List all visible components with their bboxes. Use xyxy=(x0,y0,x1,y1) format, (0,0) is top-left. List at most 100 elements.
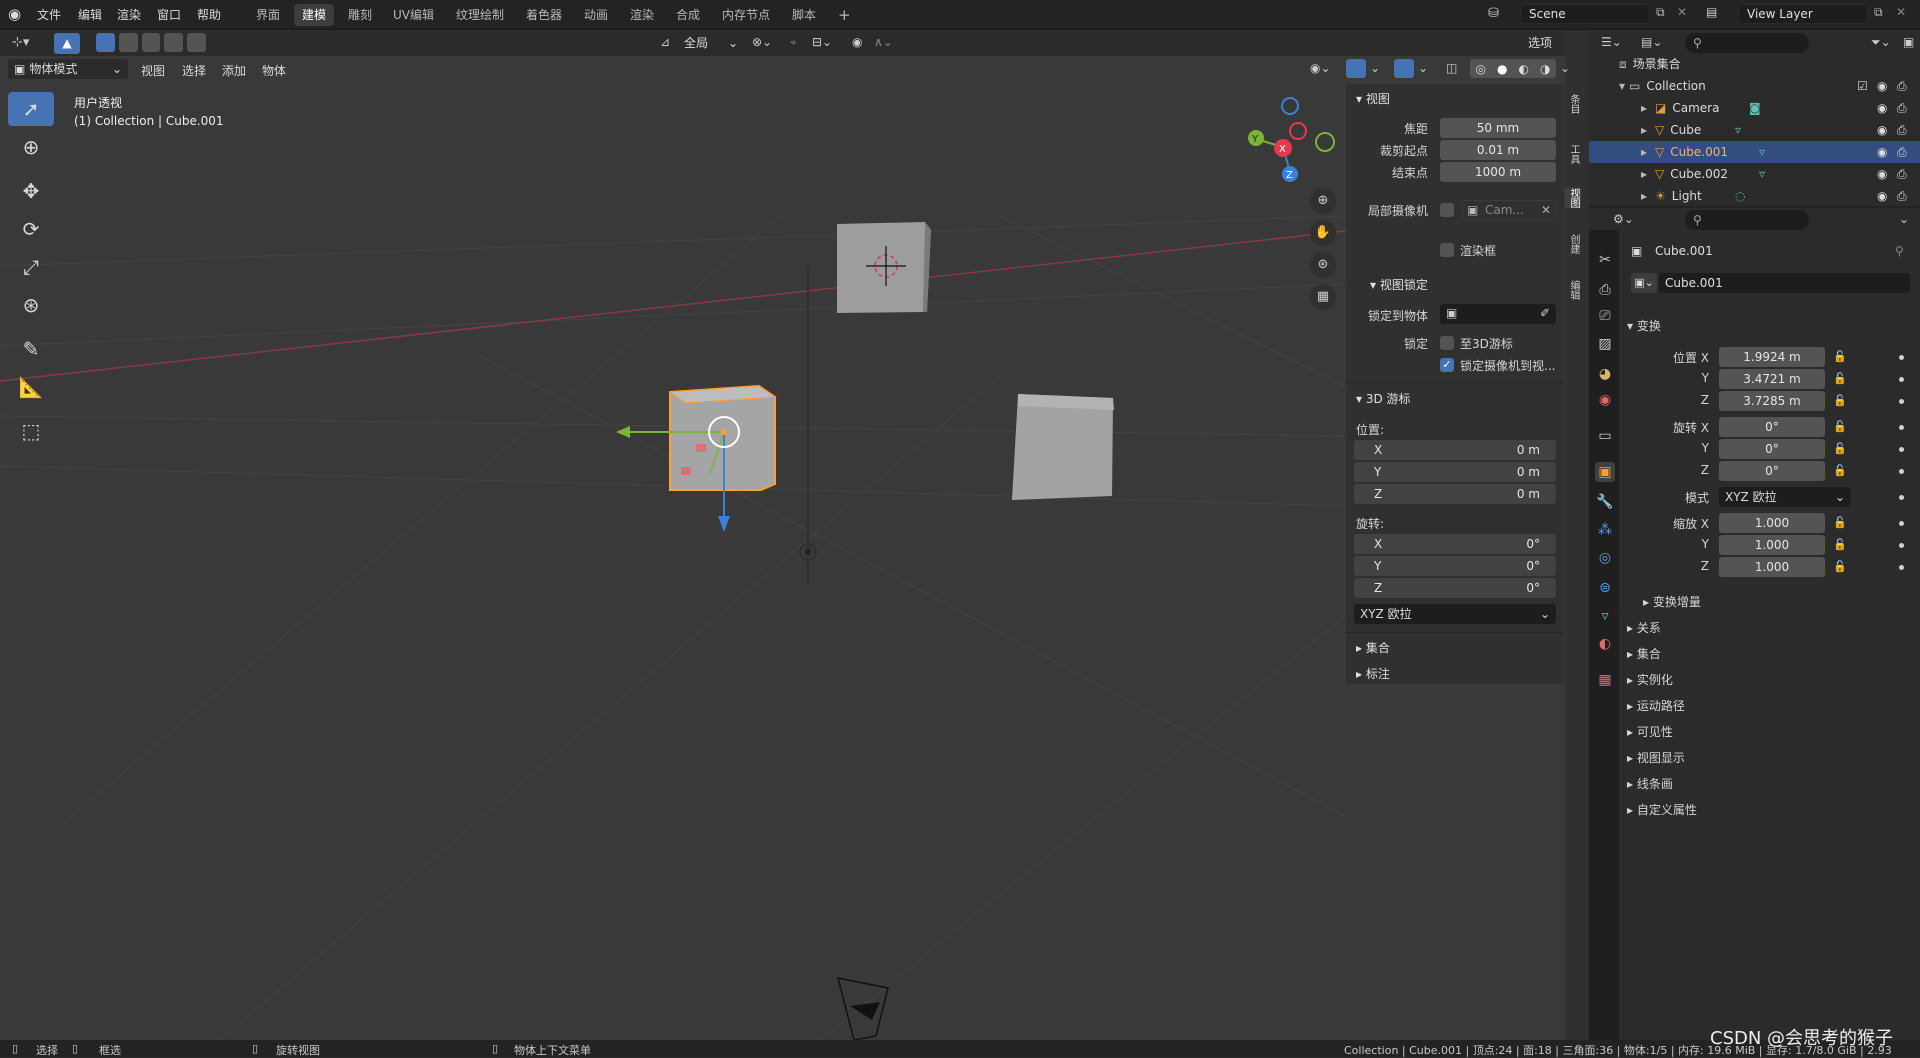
select-subtract-icon[interactable] xyxy=(141,33,161,52)
location-x-field[interactable]: 1.9924 m xyxy=(1719,347,1825,367)
gizmo-dropdown-icon[interactable]: ⌄ xyxy=(1370,61,1380,75)
texture-tab-icon[interactable]: ▦ xyxy=(1595,670,1615,690)
measure-tool-icon[interactable]: 📐 xyxy=(8,370,54,404)
menu-view[interactable]: 视图 xyxy=(141,62,165,79)
eye-icon[interactable]: ◉ xyxy=(1877,97,1887,119)
camera-render-icon[interactable]: ⎙ xyxy=(1897,75,1907,97)
camera-object[interactable] xyxy=(836,977,889,1040)
scale-z-field[interactable]: 1.000 xyxy=(1719,557,1825,577)
particles-tab-icon[interactable]: ⁂ xyxy=(1595,520,1615,540)
visibility-icon[interactable]: ◉⌄ xyxy=(1310,61,1331,75)
custom-properties-section[interactable]: ▸ 自定义属性 xyxy=(1627,801,1697,818)
location-z-field[interactable]: 3.7285 m xyxy=(1719,391,1825,411)
rotation-x-field[interactable]: 0° xyxy=(1719,417,1825,437)
lock-icon[interactable]: 🔓 xyxy=(1833,372,1847,385)
lock-to-object-field[interactable]: ▣ ✐ xyxy=(1440,304,1556,324)
tab-tool[interactable]: 工具 xyxy=(1565,144,1581,164)
select-extend-icon[interactable] xyxy=(118,33,138,52)
tab-animation[interactable]: 动画 xyxy=(576,4,616,26)
scale-tool-icon[interactable]: ⤢ xyxy=(8,250,54,284)
close-icon[interactable]: ✕ xyxy=(1677,5,1687,19)
clear-icon[interactable]: ✕ xyxy=(1541,201,1551,219)
tab-compositing[interactable]: 合成 xyxy=(668,4,708,26)
expand-arrow-icon[interactable]: ▸ xyxy=(1641,101,1647,115)
tab-create[interactable]: 创建 xyxy=(1565,234,1581,254)
snap-target-icon[interactable]: ⊟⌄ xyxy=(812,35,832,49)
cube-001-selected[interactable] xyxy=(616,384,777,532)
transform-orientation-dropdown[interactable]: 全局 ⌄ xyxy=(680,34,742,53)
close-icon[interactable]: ✕ xyxy=(1896,5,1906,19)
pan-hand-icon[interactable]: ✋ xyxy=(1310,220,1336,246)
outliner-item-cube-002[interactable]: ▸ ▽ Cube.002 ▿ ◉ ⎙ xyxy=(1589,163,1920,185)
add-workspace-button[interactable]: + xyxy=(830,4,859,26)
expand-arrow-icon[interactable]: ▸ xyxy=(1641,123,1647,137)
viewport-display-section[interactable]: ▸ 视图显示 xyxy=(1627,749,1685,766)
rotation-mode-dropdown[interactable]: XYZ 欧拉 ⌄ xyxy=(1719,487,1851,507)
outliner-search-input[interactable]: ⚲ xyxy=(1685,33,1809,53)
view-lock-section-header[interactable]: ▾ 视图锁定 xyxy=(1370,276,1428,293)
camera-render-icon[interactable]: ⎙ xyxy=(1897,97,1907,119)
menu-add[interactable]: 添加 xyxy=(222,62,246,79)
perspective-toggle-icon[interactable]: ▦ xyxy=(1310,284,1336,310)
rendered-shading-icon[interactable]: ◑ xyxy=(1540,62,1550,76)
collection-row[interactable]: ▾ ▭ Collection ☑ ◉ ⎙ xyxy=(1589,75,1920,97)
annotate-tool-icon[interactable]: ✎ xyxy=(8,332,54,366)
keyframe-dot-icon[interactable] xyxy=(1899,377,1904,382)
lock-cursor-checkbox[interactable] xyxy=(1440,336,1454,350)
wireframe-shading-icon[interactable]: ◎ xyxy=(1476,62,1486,76)
rotation-y-field[interactable]: 0° xyxy=(1719,439,1825,459)
lock-camera-checkbox[interactable]: ✓ xyxy=(1440,358,1454,372)
rotation-z-field[interactable]: 0° xyxy=(1719,461,1825,481)
proportional-edit-icon[interactable]: ◉ xyxy=(852,35,862,49)
object-tab-icon[interactable]: ▣ xyxy=(1595,462,1615,482)
mesh-data-icon[interactable]: ▿ xyxy=(1759,163,1765,185)
tab-uv-editing[interactable]: UV编辑 xyxy=(385,4,442,26)
camera-render-icon[interactable]: ⎙ xyxy=(1897,119,1907,141)
camera-render-icon[interactable]: ⎙ xyxy=(1897,163,1907,185)
data-tab-icon[interactable]: ▿ xyxy=(1595,606,1615,626)
display-mode-icon[interactable]: ▤⌄ xyxy=(1641,35,1662,49)
cube-object[interactable] xyxy=(837,222,931,313)
keyframe-dot-icon[interactable] xyxy=(1899,447,1904,452)
collection-exclude-checkbox[interactable]: ☑ xyxy=(1857,75,1868,97)
solid-shading-icon[interactable]: ● xyxy=(1497,62,1507,76)
keyframe-dot-icon[interactable] xyxy=(1899,543,1904,548)
copy-scene-icon[interactable]: ⧉ xyxy=(1656,5,1665,20)
select-intersect-icon[interactable] xyxy=(187,33,206,52)
move-tool-icon[interactable]: ✥ xyxy=(8,174,54,208)
rotate-tool-icon[interactable]: ⟳ xyxy=(8,212,54,246)
keyframe-dot-icon[interactable] xyxy=(1899,521,1904,526)
scale-x-field[interactable]: 1.000 xyxy=(1719,513,1825,533)
tab-item[interactable]: 条目 xyxy=(1565,94,1581,114)
mesh-data-icon[interactable]: ▿ xyxy=(1759,141,1765,163)
keyframe-dot-icon[interactable] xyxy=(1899,469,1904,474)
pivot-icon[interactable]: ⊗⌄ xyxy=(752,35,772,49)
cursor-rotation-y-field[interactable]: Y 0° xyxy=(1354,556,1556,576)
select-box-tool-icon[interactable]: ➚ xyxy=(8,92,54,126)
rotation-mode-dropdown[interactable]: XYZ 欧拉 ⌄ xyxy=(1354,604,1556,624)
clip-start-field[interactable]: 0.01 m xyxy=(1440,140,1556,160)
add-cube-tool-icon[interactable]: ⬚ xyxy=(8,414,54,448)
tab-texture-paint[interactable]: 纹理绘制 xyxy=(448,4,512,26)
collection-section-header[interactable]: ▸ 集合 xyxy=(1356,639,1390,656)
view-layer-tab-icon[interactable]: ▨ xyxy=(1595,334,1615,354)
material-shading-icon[interactable]: ◐ xyxy=(1519,62,1529,76)
options-dropdown-icon[interactable]: ⌄ xyxy=(1899,212,1909,226)
annotation-section-header[interactable]: ▸ 标注 xyxy=(1356,665,1390,682)
keyframe-dot-icon[interactable] xyxy=(1899,399,1904,404)
overlay-toggle-icon[interactable] xyxy=(1394,59,1414,78)
location-y-field[interactable]: 3.4721 m xyxy=(1719,369,1825,389)
lock-icon[interactable]: 🔓 xyxy=(1833,350,1847,363)
delta-transform-section[interactable]: ▸ 变换增量 xyxy=(1643,593,1701,610)
cursor-location-x-field[interactable]: X 0 m xyxy=(1354,440,1556,460)
cursor-location-z-field[interactable]: Z 0 m xyxy=(1354,484,1556,504)
keyframe-dot-icon[interactable] xyxy=(1899,495,1904,500)
relations-section[interactable]: ▸ 关系 xyxy=(1627,619,1661,636)
scene-collection-row[interactable]: ⧈ 场景集合 xyxy=(1589,53,1920,75)
menu-help[interactable]: 帮助 xyxy=(197,6,221,23)
instancing-section[interactable]: ▸ 实例化 xyxy=(1627,671,1673,688)
object-name-field[interactable]: Cube.001 xyxy=(1659,273,1910,293)
clip-end-field[interactable]: 1000 m xyxy=(1440,162,1556,182)
scene-tab-icon[interactable]: ◕ xyxy=(1595,364,1615,384)
lock-icon[interactable]: 🔓 xyxy=(1833,516,1847,529)
